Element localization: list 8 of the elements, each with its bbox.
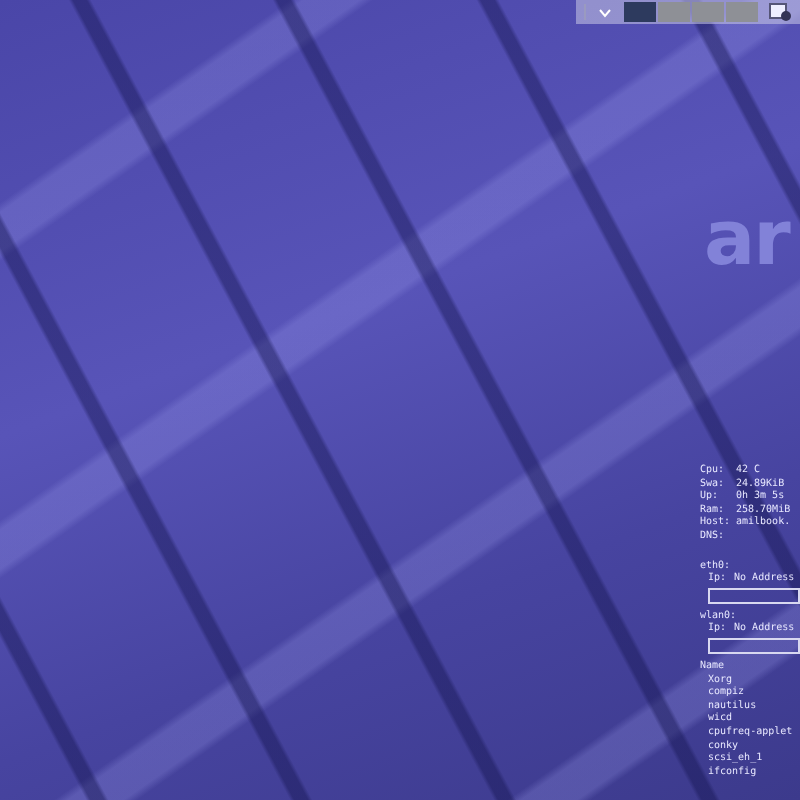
workspace-button[interactable] bbox=[624, 2, 656, 22]
caret-icon[interactable] bbox=[598, 7, 612, 17]
window-icon[interactable] bbox=[768, 2, 792, 22]
workspace-button[interactable] bbox=[726, 2, 758, 22]
traffic-graph-box bbox=[708, 637, 800, 654]
traffic-graph-box bbox=[708, 587, 800, 604]
workspace-button[interactable] bbox=[692, 2, 724, 22]
workspace-button[interactable] bbox=[658, 2, 690, 22]
